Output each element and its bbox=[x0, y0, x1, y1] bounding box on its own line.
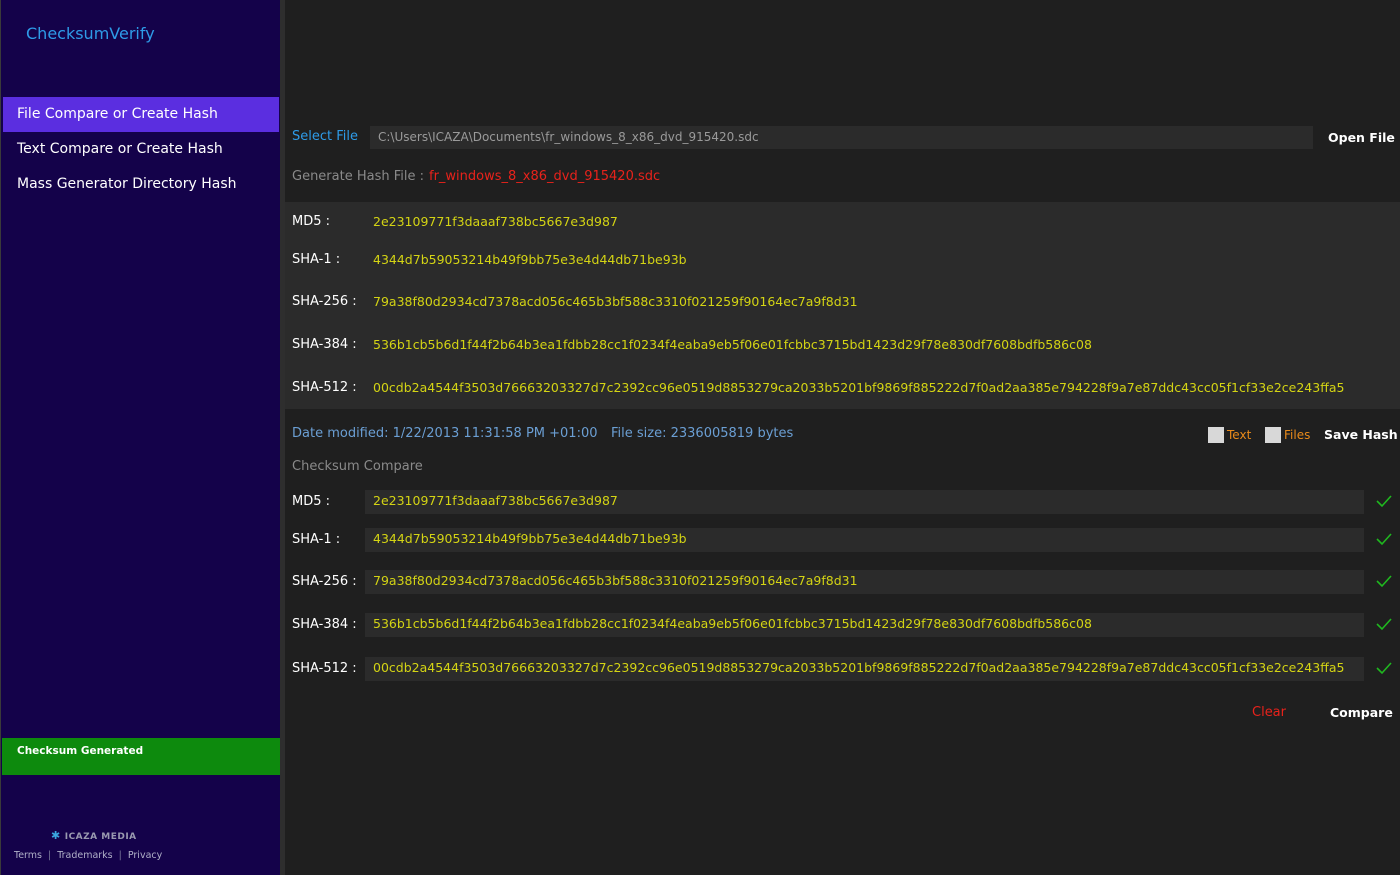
hash-label: SHA-384 : bbox=[292, 337, 357, 352]
checkmark-icon bbox=[1376, 618, 1392, 631]
save-hash-button[interactable]: Save Hash bbox=[1324, 427, 1398, 442]
checkbox-label: Text bbox=[1227, 428, 1252, 442]
compare-label: SHA-384 : bbox=[292, 617, 357, 632]
brand-name: ICAZA MEDIA bbox=[64, 832, 137, 842]
compare-input-sha256[interactable]: 79a38f80d2934cd7378acd056c465b3bf588c331… bbox=[365, 570, 1364, 594]
hash-label: SHA-256 : bbox=[292, 294, 357, 309]
clear-button[interactable]: Clear bbox=[1252, 705, 1286, 720]
brand-logo: ✱ ICAZA MEDIA bbox=[51, 829, 137, 842]
hash-results-panel: MD5 : 2e23109771f3daaaf738bc5667e3d987 S… bbox=[285, 202, 1400, 409]
sidebar: ChecksumVerify File Compare or Create Ha… bbox=[0, 0, 281, 875]
date-modified: Date modified: 1/22/2013 11:31:58 PM +01… bbox=[292, 426, 598, 441]
compare-row-sha384: SHA-384 : 536b1cb5b6d1f44f2b64b3ea1fdbb2… bbox=[292, 613, 1397, 637]
checkbox-box[interactable] bbox=[1208, 427, 1224, 443]
sidebar-item-text-compare[interactable]: Text Compare or Create Hash bbox=[3, 132, 279, 167]
text-checkbox[interactable]: Text bbox=[1208, 427, 1251, 443]
puzzle-icon: ✱ bbox=[51, 829, 61, 842]
sidebar-item-mass-generator[interactable]: Mass Generator Directory Hash bbox=[3, 167, 279, 202]
compare-row-sha256: SHA-256 : 79a38f80d2934cd7378acd056c465b… bbox=[292, 570, 1397, 594]
compare-input-sha1[interactable]: 4344d7b59053214b49f9bb75e3e4d44db71be93b bbox=[365, 528, 1364, 552]
sidebar-item-file-compare[interactable]: File Compare or Create Hash bbox=[3, 97, 279, 132]
compare-row-sha1: SHA-1 : 4344d7b59053214b49f9bb75e3e4d44d… bbox=[292, 528, 1397, 552]
generate-hash-filename: fr_windows_8_x86_dvd_915420.sdc bbox=[429, 169, 661, 184]
checkmark-icon bbox=[1376, 495, 1392, 508]
hash-label: SHA-512 : bbox=[292, 380, 357, 395]
select-file-button[interactable]: Select File bbox=[292, 129, 358, 144]
hash-label: MD5 : bbox=[292, 214, 331, 229]
file-path-field[interactable]: C:\Users\ICAZA\Documents\fr_windows_8_x8… bbox=[370, 126, 1313, 149]
files-checkbox[interactable]: Files bbox=[1265, 427, 1310, 443]
file-size: File size: 2336005819 bytes bbox=[611, 426, 794, 441]
link-separator: | bbox=[118, 850, 122, 861]
terms-link[interactable]: Terms bbox=[14, 850, 42, 861]
trademarks-link[interactable]: Trademarks bbox=[57, 850, 112, 861]
checksum-compare-title: Checksum Compare bbox=[292, 459, 423, 474]
compare-label: MD5 : bbox=[292, 494, 331, 509]
hash-value: 4344d7b59053214b49f9bb75e3e4d44db71be93b bbox=[373, 252, 687, 267]
privacy-link[interactable]: Privacy bbox=[128, 850, 162, 861]
link-separator: | bbox=[47, 850, 52, 861]
compare-input-md5[interactable]: 2e23109771f3daaaf738bc5667e3d987 bbox=[365, 490, 1364, 514]
app-title: ChecksumVerify bbox=[26, 24, 155, 43]
compare-label: SHA-1 : bbox=[292, 532, 341, 547]
checkmark-icon bbox=[1376, 533, 1392, 546]
compare-input-sha512[interactable]: 00cdb2a4544f3503d76663203327d7c2392cc96e… bbox=[365, 657, 1364, 681]
compare-row-sha512: SHA-512 : 00cdb2a4544f3503d76663203327d7… bbox=[292, 657, 1397, 681]
checkmark-icon bbox=[1376, 662, 1392, 675]
compare-input-sha384[interactable]: 536b1cb5b6d1f44f2b64b3ea1fdbb28cc1f0234f… bbox=[365, 613, 1364, 637]
hash-value: 00cdb2a4544f3503d76663203327d7c2392cc96e… bbox=[373, 380, 1345, 395]
compare-row-md5: MD5 : 2e23109771f3daaaf738bc5667e3d987 bbox=[292, 490, 1397, 514]
checkbox-box[interactable] bbox=[1265, 427, 1281, 443]
footer-links: Terms | Trademarks | Privacy bbox=[14, 850, 162, 861]
compare-label: SHA-512 : bbox=[292, 661, 357, 676]
checkmark-icon bbox=[1376, 575, 1392, 588]
generate-hash-label: Generate Hash File : bbox=[292, 169, 424, 184]
main-content: Select File C:\Users\ICAZA\Documents\fr_… bbox=[285, 0, 1400, 875]
sidebar-nav: File Compare or Create Hash Text Compare… bbox=[3, 97, 279, 202]
hash-value: 79a38f80d2934cd7378acd056c465b3bf588c331… bbox=[373, 294, 858, 309]
hash-value: 536b1cb5b6d1f44f2b64b3ea1fdbb28cc1f0234f… bbox=[373, 337, 1092, 352]
hash-label: SHA-1 : bbox=[292, 252, 341, 267]
compare-button[interactable]: Compare bbox=[1330, 705, 1393, 720]
compare-label: SHA-256 : bbox=[292, 574, 357, 589]
hash-value: 2e23109771f3daaaf738bc5667e3d987 bbox=[373, 214, 618, 229]
checkbox-label: Files bbox=[1284, 428, 1311, 442]
status-banner: Checksum Generated bbox=[2, 738, 281, 775]
open-file-button[interactable]: Open File bbox=[1328, 130, 1395, 145]
